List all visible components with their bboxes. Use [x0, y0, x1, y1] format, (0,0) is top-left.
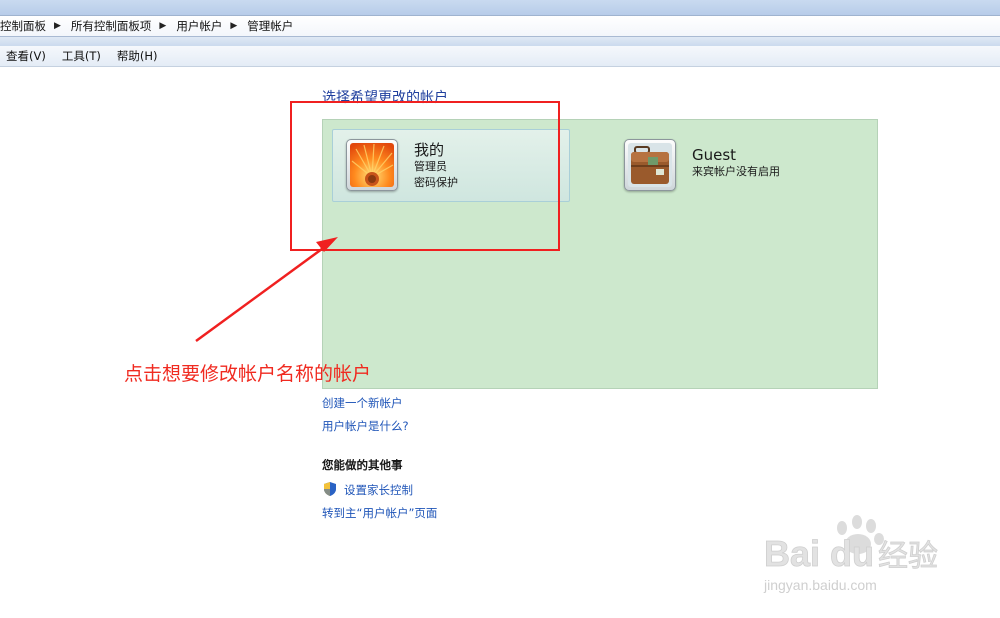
other-tasks-title: 您能做的其他事 [322, 458, 403, 472]
svg-text:du: du [830, 533, 874, 574]
menu-tools[interactable]: 工具(T) [62, 48, 101, 64]
menu-bar: 查看(V) 工具(T) 帮助(H) [0, 46, 1000, 67]
baidu-jingyan-watermark: Bai du 经验 jingyan.baidu.com [763, 515, 938, 593]
what-is-account-link[interactable]: 用户帐户是什么? [322, 418, 409, 434]
breadcrumb-user-accounts[interactable]: 用户帐户 [176, 18, 222, 34]
address-bar[interactable]: 控制面板 ▶ 所有控制面板项 ▶ 用户帐户 ▶ 管理帐户 [0, 15, 1000, 37]
account-tile-guest[interactable]: Guest 来宾帐户没有启用 [622, 137, 842, 197]
svg-text:经验: 经验 [878, 539, 938, 574]
go-to-user-accounts-link[interactable]: 转到主“用户帐户”页面 [322, 505, 437, 521]
breadcrumb-separator-icon[interactable]: ▶ [230, 21, 237, 31]
create-account-link[interactable]: 创建一个新帐户 [322, 395, 403, 411]
menu-help[interactable]: 帮助(H) [117, 48, 158, 64]
breadcrumb-separator-icon[interactable]: ▶ [159, 21, 166, 31]
parental-controls-link[interactable]: 设置家长控制 [344, 482, 413, 498]
breadcrumb-control-panel[interactable]: 控制面板 [0, 18, 46, 34]
suitcase-avatar-icon [628, 143, 672, 187]
svg-text:jingyan.baidu.com: jingyan.baidu.com [763, 577, 877, 593]
menu-view[interactable]: 查看(V) [6, 48, 46, 64]
account-avatar[interactable] [624, 139, 676, 191]
breadcrumb-manage-accounts[interactable]: 管理帐户 [247, 18, 293, 34]
window-title-bar [0, 0, 1000, 15]
account-status: 来宾帐户没有启用 [692, 165, 780, 178]
account-name: Guest [692, 146, 737, 164]
svg-text:Bai: Bai [764, 533, 820, 574]
annotation-text: 点击想要修改帐户名称的帐户 [124, 363, 372, 385]
breadcrumb-separator-icon[interactable]: ▶ [54, 21, 61, 31]
highlight-box [290, 101, 560, 251]
toolbar-strip [0, 37, 1000, 46]
breadcrumb-all-items[interactable]: 所有控制面板项 [71, 18, 152, 34]
shield-icon [324, 482, 336, 496]
